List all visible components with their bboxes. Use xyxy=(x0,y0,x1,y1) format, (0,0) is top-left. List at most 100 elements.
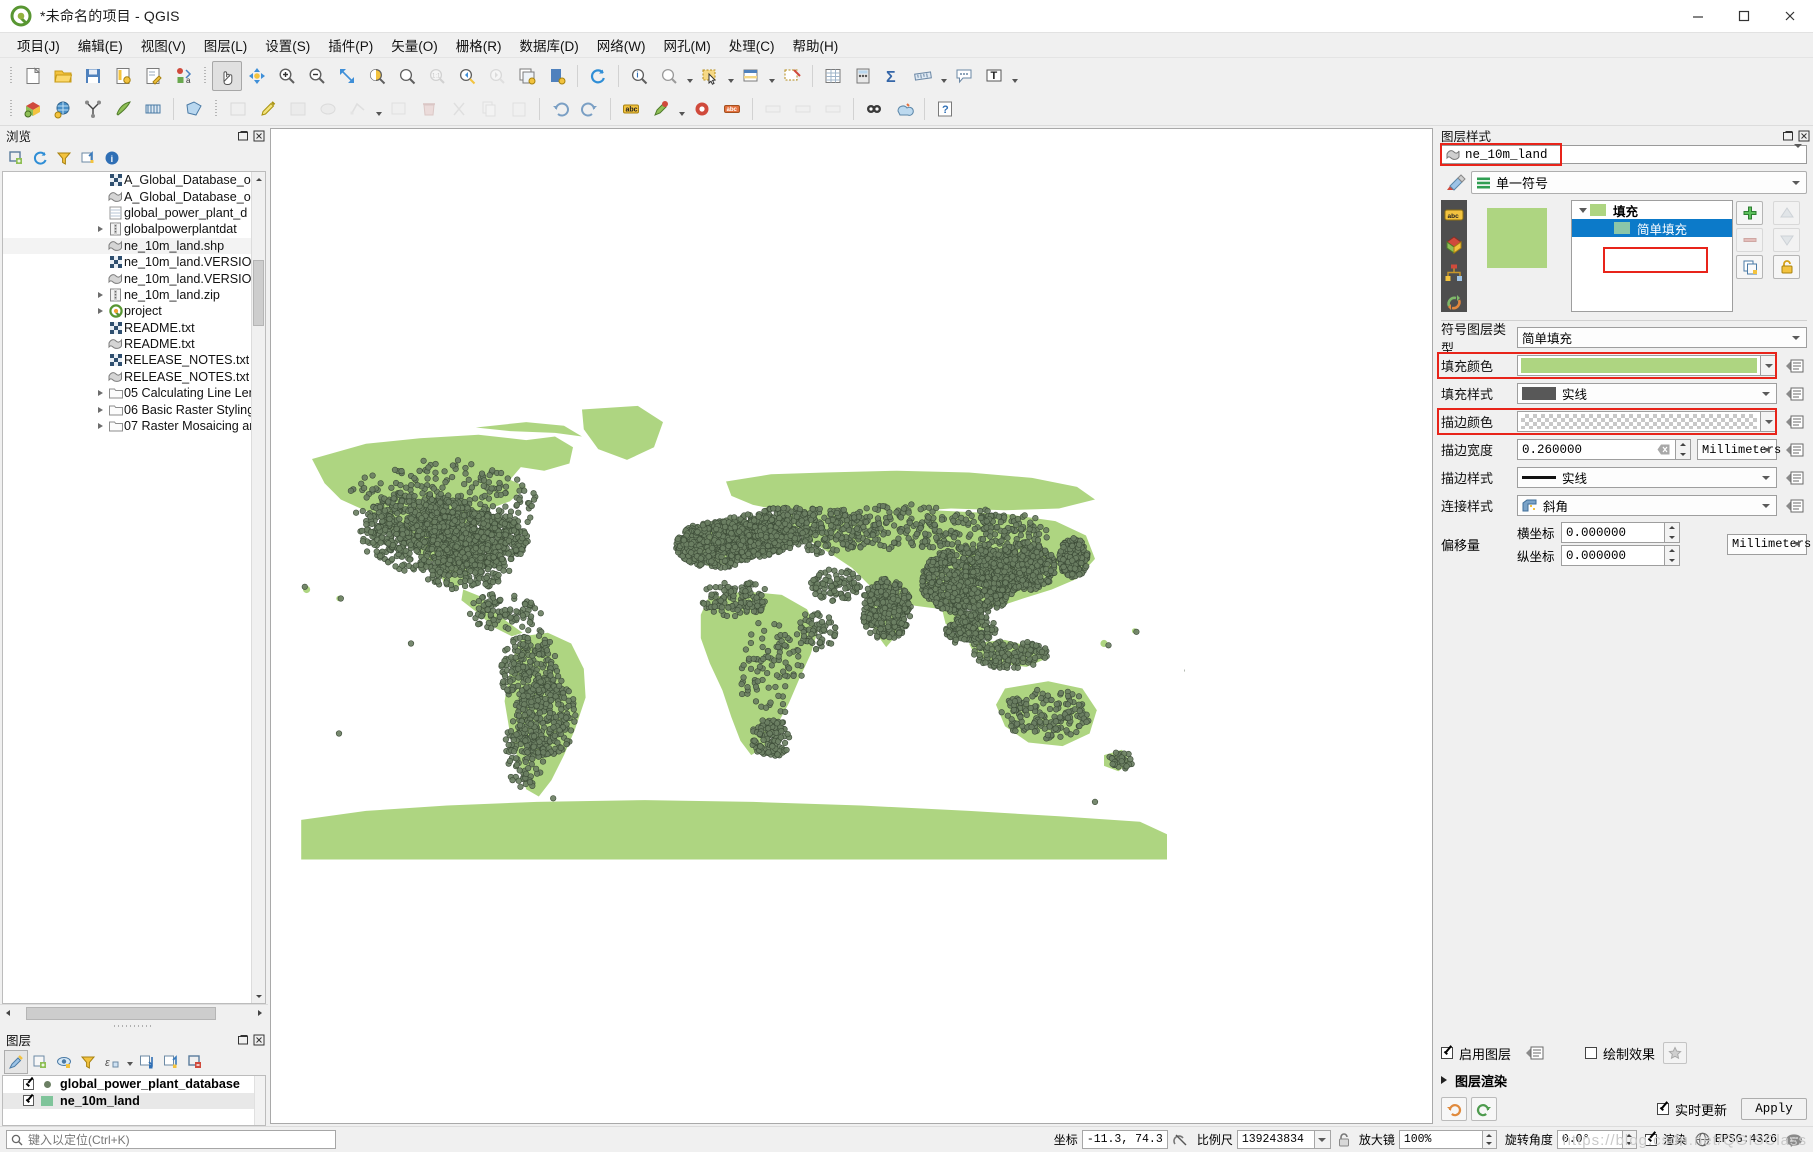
duplicate-symbol-layer-button[interactable] xyxy=(1736,255,1763,279)
browser-item[interactable]: ne_10m_land.shp xyxy=(3,238,265,254)
select-dropdown-caret[interactable] xyxy=(725,61,736,91)
cut-features-icon[interactable] xyxy=(444,94,474,124)
delete-selected-icon[interactable] xyxy=(414,94,444,124)
expand-all-icon[interactable] xyxy=(135,1050,159,1074)
menu-layer[interactable]: 图层(L) xyxy=(195,33,257,57)
rotation-stepper[interactable] xyxy=(1623,1130,1637,1149)
maximize-button[interactable] xyxy=(1721,0,1767,33)
current-edits-icon[interactable] xyxy=(223,94,253,124)
save-project-icon[interactable] xyxy=(78,61,108,91)
pan-map-icon[interactable] xyxy=(212,61,242,91)
layer-rendering-section[interactable]: 图层渲染 xyxy=(1441,1066,1807,1094)
modify-attributes-icon[interactable] xyxy=(384,94,414,124)
scale-value[interactable]: 139243834 xyxy=(1237,1130,1315,1149)
layerlist-scrollbar[interactable] xyxy=(254,1076,265,1125)
hscroll-thumb[interactable] xyxy=(26,1007,216,1020)
menu-view[interactable]: 视图(V) xyxy=(132,33,195,57)
measure-line-caret[interactable] xyxy=(938,61,949,91)
move-up-button[interactable] xyxy=(1773,201,1800,225)
stroke-style-combo[interactable]: 实线 xyxy=(1517,467,1777,488)
save-layer-edits-icon[interactable] xyxy=(283,94,313,124)
symbol-layer-row[interactable]: 简单填充 xyxy=(1572,219,1732,237)
layers-close-button[interactable] xyxy=(252,1033,265,1046)
actions-icon[interactable] xyxy=(1443,291,1465,312)
fill-color-dropdown[interactable] xyxy=(1761,355,1777,376)
rotation-up[interactable] xyxy=(1623,1131,1636,1140)
stroke-style-data-defined-button[interactable] xyxy=(1783,469,1807,487)
stroke-width-data-defined-button[interactable] xyxy=(1783,441,1807,459)
magnifier-stepper[interactable] xyxy=(1483,1130,1497,1149)
offset-x-input[interactable]: 0.000000 xyxy=(1561,522,1665,543)
add-vector-layer-icon[interactable] xyxy=(18,94,48,124)
new-map-view-icon[interactable] xyxy=(512,61,542,91)
fill-color-data-defined-button[interactable] xyxy=(1783,357,1807,375)
refresh-map-icon[interactable] xyxy=(583,61,613,91)
vertex-caret[interactable] xyxy=(373,94,384,124)
offset-y-input[interactable]: 0.000000 xyxy=(1561,545,1665,566)
locator-input[interactable]: 键入以定位(Ctrl+K) xyxy=(6,1130,336,1149)
field-calculator-icon[interactable] xyxy=(848,61,878,91)
label-toggle-icon[interactable]: abc xyxy=(616,94,646,124)
messages-log-icon[interactable] xyxy=(1785,1132,1803,1148)
browser-item[interactable]: README.txt xyxy=(3,320,265,336)
stroke-color-button[interactable] xyxy=(1517,411,1761,432)
info-icon[interactable]: i xyxy=(100,146,124,170)
lock-scale-icon[interactable] xyxy=(1337,1132,1351,1148)
browser-tree[interactable]: A_Global_Database_oA_Global_Database_ogl… xyxy=(2,171,266,1004)
rotation-down[interactable] xyxy=(1623,1140,1636,1149)
menu-edit[interactable]: 编辑(E) xyxy=(69,33,132,57)
refresh-icon[interactable] xyxy=(28,146,52,170)
menu-vector[interactable]: 矢量(O) xyxy=(382,33,447,57)
zoom-in-icon[interactable] xyxy=(272,61,302,91)
open-attribute-table-icon[interactable] xyxy=(818,61,848,91)
fill-color-button[interactable] xyxy=(1517,355,1761,376)
close-button[interactable] xyxy=(1767,0,1813,33)
zoom-native-icon[interactable]: 1:1 xyxy=(422,61,452,91)
layer-selector-combo[interactable]: ne_10m_land xyxy=(1441,145,1807,164)
browser-float-button[interactable] xyxy=(236,129,249,142)
browser-item[interactable]: A_Global_Database_o xyxy=(3,172,265,188)
add-postgis-layer-icon[interactable] xyxy=(138,94,168,124)
symbol-layer-type-combo[interactable]: 简单填充 xyxy=(1517,327,1807,348)
add-raster-layer-icon[interactable] xyxy=(48,94,78,124)
layers-float-button[interactable] xyxy=(236,1033,249,1046)
menu-help[interactable]: 帮助(H) xyxy=(783,33,847,57)
new-shapefile-layer-icon[interactable] xyxy=(179,94,209,124)
undo-icon[interactable] xyxy=(545,94,575,124)
new-print-layout-icon[interactable] xyxy=(108,61,138,91)
labels-icon[interactable]: abc xyxy=(1443,204,1465,225)
menu-mesh[interactable]: 网孔(M) xyxy=(654,33,719,57)
open-style-manager-icon[interactable] xyxy=(4,1050,28,1074)
scale-dropdown[interactable] xyxy=(1315,1130,1331,1149)
browser-vertical-scrollbar[interactable] xyxy=(251,172,265,1003)
new-3d-map-view-icon[interactable] xyxy=(542,61,572,91)
move-label-icon[interactable] xyxy=(818,94,848,124)
live-update-checkbox[interactable] xyxy=(1657,1103,1669,1115)
map-tips-icon[interactable] xyxy=(949,61,979,91)
undo-style-button[interactable] xyxy=(1441,1097,1467,1121)
expression-filter-icon[interactable]: ε xyxy=(100,1050,124,1074)
render-checkbox[interactable] xyxy=(1645,1134,1657,1146)
manage-visibility-icon[interactable] xyxy=(52,1050,76,1074)
magnifier-down[interactable] xyxy=(1483,1140,1496,1149)
3d-view-icon[interactable] xyxy=(1443,233,1465,254)
select-by-value-icon[interactable] xyxy=(736,61,766,91)
browser-item[interactable]: global_power_plant_d xyxy=(3,205,265,221)
clear-icon[interactable] xyxy=(1657,444,1670,455)
statistical-summary-icon[interactable]: Σ xyxy=(878,61,908,91)
expression-filter-caret[interactable] xyxy=(124,1050,135,1074)
plugin-manager-icon[interactable] xyxy=(889,94,919,124)
toolbar-grip-2[interactable] xyxy=(201,64,209,88)
style-manager-icon[interactable] xyxy=(138,61,168,91)
browser-item[interactable]: RELEASE_NOTES.txt xyxy=(3,352,265,368)
symbol-layer-tree[interactable]: 填充简单填充 xyxy=(1571,200,1733,312)
offset-x-stepper-down[interactable] xyxy=(1665,533,1679,543)
scroll-left-icon[interactable] xyxy=(0,1006,16,1021)
browser-item[interactable]: A_Global_Database_o xyxy=(3,188,265,204)
map-canvas[interactable] xyxy=(270,128,1433,1124)
style-close-button[interactable] xyxy=(1797,129,1810,142)
browser-item[interactable]: ne_10m_land.VERSION xyxy=(3,270,265,286)
expand-arrow-icon[interactable] xyxy=(93,390,107,396)
change-label-icon[interactable] xyxy=(788,94,818,124)
menu-settings[interactable]: 设置(S) xyxy=(256,33,319,57)
